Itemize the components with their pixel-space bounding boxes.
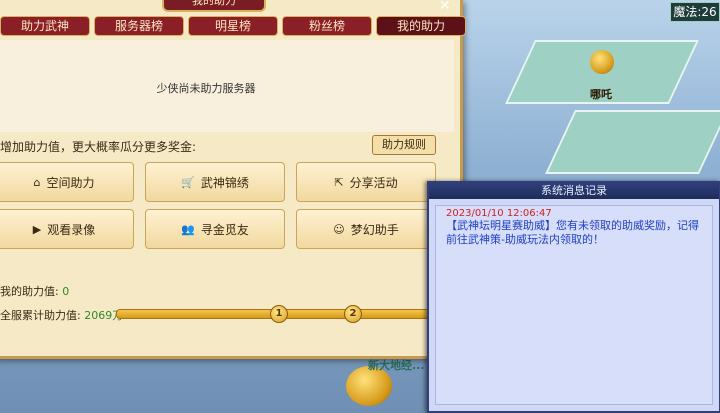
tab-star-rank[interactable]: 明星榜 [188, 16, 278, 36]
action-label: 寻金觅友 [200, 222, 249, 237]
window-title: 我的助力 [162, 0, 266, 12]
mana-label: 魔法:26 [670, 2, 720, 22]
god-brocade-button[interactable]: 🛒 武神锦绣 [145, 162, 285, 202]
share-icon: ⇱ [334, 175, 344, 189]
find-friends-button[interactable]: 👥 寻金觅友 [145, 209, 285, 249]
progress-node[interactable]: 2 [344, 305, 362, 323]
progress-node[interactable]: 1 [270, 305, 288, 323]
system-message-window: 系统消息记录 2023/01/10 12:06:47 【武神坛明星赛助威】您有未… [427, 181, 720, 413]
play-icon: ▶ [32, 222, 42, 236]
map-label: 新大地经... [368, 359, 425, 372]
my-power-row: 我的助力值: 0 [0, 283, 69, 299]
character-sprite[interactable] [590, 50, 614, 74]
watch-replay-button[interactable]: ▶ 观看录像 [0, 209, 134, 249]
users-icon: 👥 [181, 222, 195, 236]
message-list[interactable]: 2023/01/10 12:06:47 【武神坛明星赛助威】您有未领取的助威奖励… [435, 205, 713, 405]
assist-panel: 我的助力 ✕ 助力武神 服务器榜 明星榜 粉丝榜 我的助力 少侠尚未助力服务器 … [0, 0, 466, 359]
action-label: 分享活动 [349, 175, 398, 190]
tab-server-rank[interactable]: 服务器榜 [94, 16, 184, 36]
tab-fan-rank[interactable]: 粉丝榜 [282, 16, 372, 36]
tab-my-assist[interactable]: 我的助力 [376, 16, 466, 36]
tab-bar: 助力武神 服务器榜 明星榜 粉丝榜 我的助力 [0, 16, 466, 36]
action-label: 武神锦绣 [200, 175, 249, 190]
action-label: 梦幻助手 [350, 222, 399, 237]
hint-text: 增加助力值，更大概率瓜分更多奖金: [0, 140, 197, 154]
character-name: 哪吒 [590, 88, 612, 101]
share-button[interactable]: ⇱ 分享活动 [296, 162, 436, 202]
tab-assist-god[interactable]: 助力武神 [0, 16, 90, 36]
home-icon: ⌂ [33, 175, 41, 189]
my-power-value: 0 [62, 285, 70, 298]
message-window-title: 系统消息记录 [429, 183, 719, 199]
server-total-row: 全服累计助力值: 2069万+ [0, 307, 132, 323]
my-power-label: 我的助力值: [0, 285, 59, 298]
rule-button[interactable]: 助力规则 [372, 135, 436, 155]
close-icon[interactable]: ✕ [439, 0, 451, 14]
space-assist-button[interactable]: ⌂ 空间助力 [0, 162, 134, 202]
status-text: 少侠尚未助力服务器 [156, 82, 256, 95]
assistant-icon: ☺ [333, 222, 345, 236]
status-area: 少侠尚未助力服务器 [0, 40, 454, 132]
message-text: 【武神坛明星赛助威】您有未领取的助威奖励，记得前往武神策-助威玩法内领取的！ [446, 219, 699, 246]
server-total-label: 全服累计助力值: [0, 309, 81, 322]
action-label: 空间助力 [46, 175, 95, 190]
message-timestamp: 2023/01/10 12:06:47 [446, 208, 552, 219]
action-label: 观看录像 [47, 222, 96, 237]
floor-tile [545, 110, 720, 174]
assistant-button[interactable]: ☺ 梦幻助手 [296, 209, 436, 249]
cart-icon: 🛒 [181, 175, 195, 189]
